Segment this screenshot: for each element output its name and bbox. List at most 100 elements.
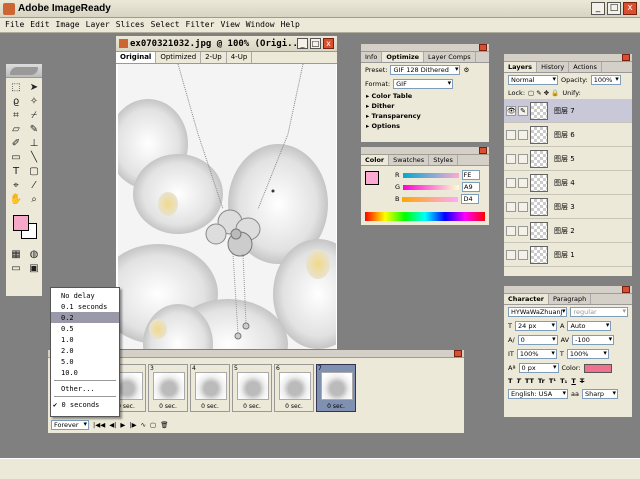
all-caps-button[interactable]: TT <box>525 377 534 385</box>
small-caps-button[interactable]: Tr <box>538 377 545 385</box>
animation-frame[interactable]: 5 0 sec. <box>232 364 272 412</box>
maximize-button[interactable]: □ <box>607 2 621 15</box>
delay-option-10-0[interactable]: 10.0 <box>51 367 119 378</box>
layer-row[interactable]: 图层 4 <box>504 171 632 195</box>
subscript-button[interactable]: T₁ <box>560 377 567 385</box>
play-icon[interactable]: ▶ <box>120 421 125 429</box>
delay-option-other[interactable]: Other... <box>51 383 119 394</box>
tab-color[interactable]: Color <box>361 155 390 165</box>
animation-frame-selected[interactable]: 7 0 sec. <box>316 364 356 412</box>
eye-icon[interactable]: 👁 <box>506 105 516 116</box>
delay-option-0-1[interactable]: 0.1 seconds <box>51 301 119 312</box>
tab-optimize[interactable]: Optimize <box>382 52 425 62</box>
delay-option-1-0[interactable]: 1.0 <box>51 334 119 345</box>
delay-option-5-0[interactable]: 5.0 <box>51 356 119 367</box>
menu-layer[interactable]: Layer <box>83 18 113 32</box>
blue-value-field[interactable]: D4 <box>461 194 480 204</box>
previous-frame-icon[interactable]: ◀| <box>109 421 116 429</box>
link-toggle[interactable] <box>518 249 528 260</box>
horizontal-scale-field[interactable]: 100% <box>566 349 609 359</box>
red-slider[interactable] <box>402 172 459 178</box>
tab-info[interactable]: Info <box>361 52 383 62</box>
eyedropper-tool-icon[interactable]: ⁄ <box>27 180 41 191</box>
tween-icon[interactable]: ∿ <box>141 421 146 429</box>
font-family-select[interactable]: HYWaWaZhuanJ <box>508 307 568 317</box>
strikethrough-button[interactable]: T <box>580 377 584 385</box>
animation-frame[interactable]: 4 0 sec. <box>190 364 230 412</box>
tool-palette-header[interactable] <box>6 64 42 78</box>
antialias-select[interactable]: Sharp <box>581 389 618 399</box>
faux-bold-button[interactable]: T <box>508 377 512 385</box>
tab-optimized[interactable]: Optimized <box>156 52 202 63</box>
document-titlebar[interactable]: ex070321032.jpg @ 100% (Origi... _ □ x <box>116 36 337 52</box>
menu-file[interactable]: File <box>2 18 27 32</box>
delay-option-2-0[interactable]: 2.0 <box>51 345 119 356</box>
jump-to-photoshop-icon[interactable]: ▣ <box>27 263 41 274</box>
preview-in-browser-icon[interactable]: ◍ <box>27 249 41 260</box>
brush-link-icon[interactable]: ✎ <box>518 105 528 116</box>
document-canvas[interactable] <box>118 64 336 394</box>
toggle-slices-icon[interactable]: ▦ <box>9 249 23 260</box>
move-tool-icon[interactable]: ➤ <box>27 82 41 93</box>
visibility-toggle[interactable] <box>506 153 516 164</box>
menu-slices[interactable]: Slices <box>113 18 148 32</box>
visibility-toggle[interactable] <box>506 177 516 188</box>
pencil-tool-icon[interactable]: ✎ <box>27 124 41 135</box>
marquee-tool-icon[interactable]: ⬚ <box>9 82 23 93</box>
animation-panel-close-button[interactable] <box>454 350 462 357</box>
color-panel-titlebar[interactable] <box>361 147 489 155</box>
font-style-select[interactable]: regular <box>570 307 628 317</box>
layers-panel-close-button[interactable] <box>622 54 630 61</box>
faux-italic-button[interactable]: T <box>516 377 520 385</box>
layer-row[interactable]: 图层 2 <box>504 219 632 243</box>
tab-layer-comps[interactable]: Layer Comps <box>424 52 476 62</box>
frame-delay[interactable]: 0 sec. <box>233 403 271 410</box>
doc-minimize-button[interactable]: _ <box>297 38 308 49</box>
foreground-color-swatch[interactable] <box>13 215 29 231</box>
lock-icons[interactable]: ▢ ✎ ✥ 🔒 <box>528 89 559 97</box>
first-frame-icon[interactable]: |◀◀ <box>93 421 105 429</box>
format-select[interactable]: GIF <box>393 79 454 89</box>
tab-actions[interactable]: Actions <box>569 62 602 72</box>
tab-swatches[interactable]: Swatches <box>389 155 430 165</box>
link-toggle[interactable] <box>518 129 528 140</box>
link-toggle[interactable] <box>518 225 528 236</box>
menu-view[interactable]: View <box>217 18 242 32</box>
red-value-field[interactable]: FE <box>461 170 480 180</box>
visibility-toggle[interactable] <box>506 249 516 260</box>
animation-frame[interactable]: 3 0 sec. <box>148 364 188 412</box>
section-options[interactable]: ▸ Options <box>361 121 489 131</box>
visibility-toggle[interactable] <box>506 225 516 236</box>
frame-delay[interactable]: 0 sec. <box>191 403 229 410</box>
minimize-button[interactable]: _ <box>591 2 605 15</box>
frame-delay[interactable]: 0 sec. <box>317 403 355 410</box>
kerning-field[interactable]: 0 <box>517 335 558 345</box>
layer-row[interactable]: 图层 3 <box>504 195 632 219</box>
tab-character[interactable]: Character <box>504 294 549 304</box>
image-map-tool-icon[interactable]: ⌖ <box>9 180 23 191</box>
doc-close-button[interactable]: x <box>323 38 334 49</box>
menu-filter[interactable]: Filter <box>183 18 218 32</box>
frame-delay[interactable]: 0 sec. <box>149 403 187 410</box>
link-toggle[interactable] <box>518 153 528 164</box>
visibility-toggle[interactable] <box>506 129 516 140</box>
frame-delay[interactable]: 0 sec. <box>275 403 313 410</box>
delay-option-0-5[interactable]: 0.5 <box>51 323 119 334</box>
color-spectrum-bar[interactable] <box>365 212 485 221</box>
menu-edit[interactable]: Edit <box>27 18 52 32</box>
rectangle-tool-icon[interactable]: ▭ <box>9 152 23 163</box>
layer-row[interactable]: 图层 5 <box>504 147 632 171</box>
language-select[interactable]: English: USA <box>508 389 568 399</box>
animation-frame[interactable]: 6 0 sec. <box>274 364 314 412</box>
menu-image[interactable]: Image <box>53 18 83 32</box>
layer-row[interactable]: 图层 1 <box>504 243 632 267</box>
opacity-field[interactable]: 100% <box>590 75 621 85</box>
layer-row[interactable]: 图层 6 <box>504 123 632 147</box>
section-transparency[interactable]: ▸ Transparency <box>361 111 489 121</box>
stamp-tool-icon[interactable]: ⊥ <box>27 138 41 149</box>
green-slider[interactable] <box>403 184 460 190</box>
hand-tool-icon[interactable]: ✋ <box>9 194 23 205</box>
tab-history[interactable]: History <box>537 62 570 72</box>
magic-wand-tool-icon[interactable]: ✧ <box>27 96 41 107</box>
doc-maximize-button[interactable]: □ <box>310 38 321 49</box>
